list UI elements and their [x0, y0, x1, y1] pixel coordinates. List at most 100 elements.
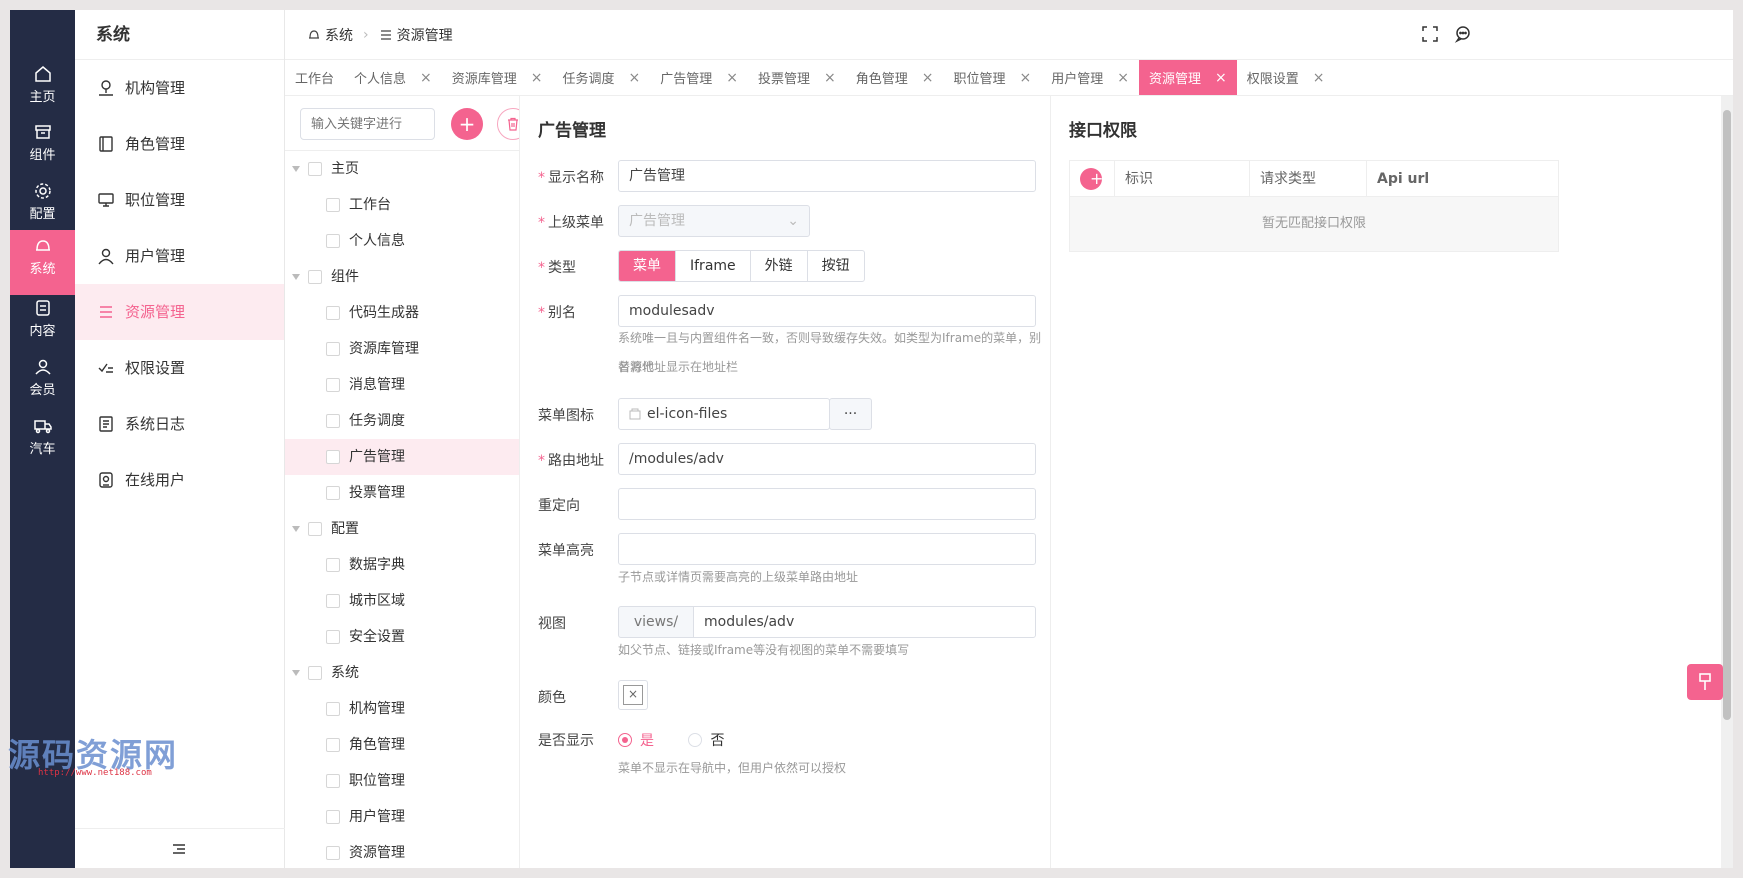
tree-checkbox[interactable]	[326, 306, 340, 320]
tree-node[interactable]: 城市区域	[285, 583, 519, 619]
tree-checkbox[interactable]	[326, 738, 340, 752]
icon-picker-button[interactable]: ···	[829, 398, 872, 430]
visible-radio-yes[interactable]: 是	[618, 730, 654, 750]
tree-checkbox[interactable]	[326, 558, 340, 572]
close-icon[interactable]: ×	[629, 70, 641, 86]
view-input[interactable]: modules/adv	[693, 606, 1036, 638]
rail-item-home[interactable]: 主页	[10, 58, 75, 123]
tab-ad-manage[interactable]: 广告管理 ×	[650, 60, 748, 95]
tree-checkbox[interactable]	[326, 342, 340, 356]
tree-node[interactable]: 任务调度	[285, 403, 519, 439]
tree-checkbox[interactable]	[326, 234, 340, 248]
tree-checkbox[interactable]	[326, 198, 340, 212]
tree-checkbox[interactable]	[326, 810, 340, 824]
tree-search-input[interactable]	[300, 108, 435, 140]
type-option-menu[interactable]: 菜单	[619, 251, 675, 281]
tree-checkbox[interactable]	[308, 666, 322, 680]
caret-down-icon[interactable]	[292, 166, 300, 172]
type-option-button[interactable]: 按钮	[806, 251, 864, 281]
tree-node[interactable]: 配置	[285, 511, 519, 547]
tree-node-selected[interactable]: 广告管理	[285, 439, 519, 475]
close-icon[interactable]: ×	[531, 70, 543, 86]
tree-node[interactable]: 消息管理	[285, 367, 519, 403]
subnav-item-resource[interactable]: 资源管理	[75, 284, 284, 340]
tab-profile[interactable]: 个人信息 ×	[344, 60, 442, 95]
tree-checkbox[interactable]	[326, 846, 340, 860]
scrollbar-thumb[interactable]	[1723, 110, 1731, 720]
color-picker[interactable]: ×	[618, 680, 648, 710]
rail-item-components[interactable]: 组件	[10, 116, 75, 181]
caret-down-icon[interactable]	[292, 526, 300, 532]
tab-workbench[interactable]: 工作台	[285, 60, 344, 95]
close-icon[interactable]: ×	[1020, 70, 1032, 86]
tab-vote-manage[interactable]: 投票管理 ×	[748, 60, 846, 95]
page-scrollbar[interactable]	[1721, 96, 1733, 868]
caret-down-icon[interactable]	[292, 274, 300, 280]
tree-checkbox[interactable]	[326, 774, 340, 788]
tree-checkbox[interactable]	[326, 378, 340, 392]
tab-resource-lib[interactable]: 资源库管理 ×	[442, 60, 553, 95]
tab-role-manage[interactable]: 角色管理 ×	[846, 60, 944, 95]
tree-node[interactable]: 投票管理	[285, 475, 519, 511]
tree-node[interactable]: 用户管理	[285, 799, 519, 835]
subnav-item-online[interactable]: 在线用户	[75, 452, 284, 508]
tree-node[interactable]: 资源管理	[285, 835, 519, 868]
highlight-input[interactable]	[618, 533, 1036, 565]
close-icon[interactable]: ×	[922, 70, 934, 86]
subnav-item-position[interactable]: 职位管理	[75, 172, 284, 228]
chat-icon[interactable]	[1453, 24, 1473, 44]
close-icon[interactable]: ×	[1215, 70, 1227, 86]
tree-checkbox[interactable]	[326, 414, 340, 428]
rail-item-system[interactable]: 系统	[10, 230, 75, 295]
tree-checkbox[interactable]	[326, 486, 340, 500]
tree-node[interactable]: 个人信息	[285, 223, 519, 259]
rail-item-member[interactable]: 会员	[10, 351, 75, 416]
tree-node[interactable]: 数据字典	[285, 547, 519, 583]
close-icon[interactable]: ×	[1313, 70, 1325, 86]
tree-node[interactable]: 角色管理	[285, 727, 519, 763]
tree-node[interactable]: 组件	[285, 259, 519, 295]
collapse-toggle[interactable]	[75, 828, 285, 868]
tree-checkbox[interactable]	[326, 594, 340, 608]
subnav-item-org[interactable]: 机构管理	[75, 60, 284, 116]
tab-position-manage[interactable]: 职位管理 ×	[944, 60, 1042, 95]
tree-checkbox[interactable]	[326, 450, 340, 464]
tab-resource-manage[interactable]: 资源管理 ×	[1139, 60, 1237, 95]
breadcrumb-root[interactable]: 系统	[325, 25, 353, 45]
fullscreen-icon[interactable]	[1420, 24, 1440, 44]
theme-settings-button[interactable]	[1687, 664, 1723, 700]
add-api-button[interactable]: +	[1080, 168, 1103, 190]
close-icon[interactable]: ×	[420, 70, 432, 86]
close-icon[interactable]: ×	[1117, 70, 1129, 86]
alias-input[interactable]: modulesadv	[618, 295, 1036, 327]
subnav-item-user[interactable]: 用户管理	[75, 228, 284, 284]
tree-node[interactable]: 机构管理	[285, 691, 519, 727]
tree-node[interactable]: 工作台	[285, 187, 519, 223]
tree-node[interactable]: 职位管理	[285, 763, 519, 799]
tree-node[interactable]: 资源库管理	[285, 331, 519, 367]
tree-node[interactable]: 系统	[285, 655, 519, 691]
subnav-item-permission[interactable]: 权限设置	[75, 340, 284, 396]
subnav-item-role[interactable]: 角色管理	[75, 116, 284, 172]
tree-checkbox[interactable]	[308, 522, 322, 536]
delete-node-button[interactable]	[497, 108, 519, 140]
menu-icon-input[interactable]: el-icon-files	[618, 398, 830, 430]
subnav-item-syslog[interactable]: 系统日志	[75, 396, 284, 452]
tree-checkbox[interactable]	[326, 702, 340, 716]
add-node-button[interactable]: +	[451, 108, 483, 140]
type-option-link[interactable]: 外链	[749, 251, 807, 281]
redirect-input[interactable]	[618, 488, 1036, 520]
route-input[interactable]: /modules/adv	[618, 443, 1036, 475]
tree-checkbox[interactable]	[308, 162, 322, 176]
close-icon[interactable]: ×	[726, 70, 738, 86]
tab-user-manage[interactable]: 用户管理 ×	[1041, 60, 1139, 95]
caret-down-icon[interactable]	[292, 670, 300, 676]
tab-task-schedule[interactable]: 任务调度 ×	[553, 60, 651, 95]
tree-node[interactable]: 安全设置	[285, 619, 519, 655]
tree-node[interactable]: 代码生成器	[285, 295, 519, 331]
rail-item-car[interactable]: 汽车	[10, 410, 75, 475]
visible-radio-no[interactable]: 否	[688, 730, 724, 750]
tree-node[interactable]: 主页	[285, 151, 519, 187]
close-icon[interactable]: ×	[824, 70, 836, 86]
tree-checkbox[interactable]	[308, 270, 322, 284]
